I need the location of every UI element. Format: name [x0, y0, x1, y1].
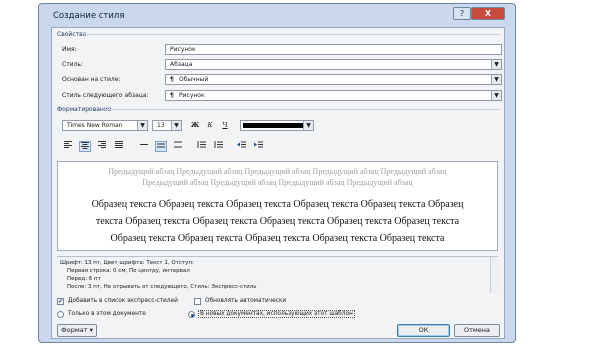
section-divider: [104, 109, 500, 110]
next-style-label: Стиль следующего абзаца:: [62, 92, 149, 99]
previous-paragraph-line: Предыдущий абзац Предыдущий абзац Предыд…: [108, 167, 447, 176]
sample-text-line: текста Образец текста Образец текста Обр…: [95, 216, 460, 227]
style-description: Шрифт: 13 пт, Цвет шрифта: Текст 1, Отст…: [57, 256, 498, 293]
chevron-down-icon[interactable]: ▼: [303, 121, 313, 130]
description-line: Перед: 6 пт: [67, 276, 101, 282]
align-center-button[interactable]: [79, 141, 91, 152]
single-spacing-button[interactable]: [138, 141, 150, 152]
auto-update-label: Обновлять автоматически: [205, 298, 287, 304]
space-before-button[interactable]: [195, 141, 207, 152]
help-button[interactable]: ?: [453, 7, 471, 20]
only-this-document-radio[interactable]: [57, 311, 64, 318]
based-on-label: Основан на стиле:: [62, 76, 121, 83]
underline-button[interactable]: Ч: [219, 120, 231, 131]
space-after-button[interactable]: [212, 141, 224, 152]
style-type-value: Абзаца: [170, 61, 193, 68]
add-to-quick-styles-checkbox[interactable]: ✔: [57, 298, 64, 305]
next-style-value: Рисунок: [179, 92, 205, 99]
only-this-document-label: Только в этом документе: [68, 311, 146, 317]
font-name-select[interactable]: Times New Roman ▼: [62, 120, 148, 131]
chevron-down-icon[interactable]: ▼: [137, 121, 147, 130]
description-line: Шрифт: 13 пт, Цвет шрифта: Текст 1, Отст…: [60, 260, 194, 266]
based-on-select[interactable]: ¶ Обычный ▼: [165, 74, 502, 85]
bold-button[interactable]: Ж: [189, 120, 201, 131]
one-half-spacing-button[interactable]: [155, 141, 167, 152]
next-style-select[interactable]: ¶ Рисунок ▼: [165, 90, 502, 101]
decrease-indent-button[interactable]: [235, 141, 247, 152]
title-bar: Создание стиля ? X: [39, 4, 515, 26]
paragraph-mark-icon: ¶: [170, 76, 174, 83]
double-spacing-button[interactable]: [172, 141, 184, 152]
font-size-select[interactable]: 13 ▼: [152, 120, 182, 131]
align-right-button[interactable]: [96, 141, 108, 152]
chevron-down-icon[interactable]: ▼: [491, 91, 501, 100]
name-value: Рисунок: [170, 46, 196, 53]
justify-button[interactable]: [113, 141, 125, 152]
paragraph-mark-icon: ¶: [170, 92, 174, 99]
close-button[interactable]: X: [471, 7, 505, 20]
style-type-select[interactable]: Абзаца ▼: [165, 59, 502, 70]
sample-text-line: Образец текста Образец текста Образец те…: [110, 233, 445, 244]
align-left-button[interactable]: [62, 141, 74, 152]
font-name-value: Times New Roman: [67, 122, 123, 129]
increase-indent-button[interactable]: [252, 141, 264, 152]
format-button[interactable]: Формат ▾: [57, 324, 97, 337]
auto-update-checkbox[interactable]: [194, 298, 201, 305]
dialog-client-area: Свойства Имя: Рисунок Стиль: Абзаца ▼ Ос…: [51, 27, 505, 339]
create-style-dialog: Создание стиля ? X Свойства Имя: Рисунок…: [38, 3, 516, 343]
font-color-select[interactable]: ▼: [240, 120, 314, 131]
description-line: После: 3 пт, Не отрывать от следующего, …: [67, 284, 257, 290]
style-preview: Предыдущий абзац Предыдущий абзац Предыд…: [57, 161, 498, 251]
new-documents-radio[interactable]: [188, 311, 195, 318]
add-to-quick-styles-label: Добавить в список экспресс-стилей: [68, 298, 178, 304]
cancel-button[interactable]: Отмена: [454, 324, 500, 337]
sample-text-line: Образец текста Образец текста Образец те…: [91, 199, 464, 210]
chevron-down-icon[interactable]: ▼: [171, 121, 181, 130]
style-type-label: Стиль:: [62, 61, 83, 68]
font-color-swatch: [243, 123, 303, 128]
new-documents-label: В новых документах, использующих этот ша…: [198, 310, 355, 318]
name-label: Имя:: [62, 46, 77, 53]
font-size-value: 13: [157, 122, 165, 129]
name-input[interactable]: Рисунок: [165, 44, 502, 55]
properties-section-title: Свойства: [57, 31, 87, 38]
previous-paragraph-line: Предыдущий абзац Предыдущий абзац Предыд…: [142, 178, 413, 187]
italic-button[interactable]: К: [204, 120, 216, 131]
section-divider: [84, 34, 500, 35]
chevron-down-icon[interactable]: ▼: [491, 60, 501, 69]
description-scrollbar[interactable]: [490, 257, 498, 293]
radio-selected-dot: [190, 313, 194, 317]
ok-button[interactable]: ОК: [397, 324, 450, 337]
chevron-down-icon[interactable]: ▼: [491, 75, 501, 84]
description-line: Первая строка: 0 см, По центру, интервал: [67, 268, 190, 274]
dialog-title: Создание стиля: [53, 11, 125, 21]
based-on-value: Обычный: [179, 76, 209, 83]
